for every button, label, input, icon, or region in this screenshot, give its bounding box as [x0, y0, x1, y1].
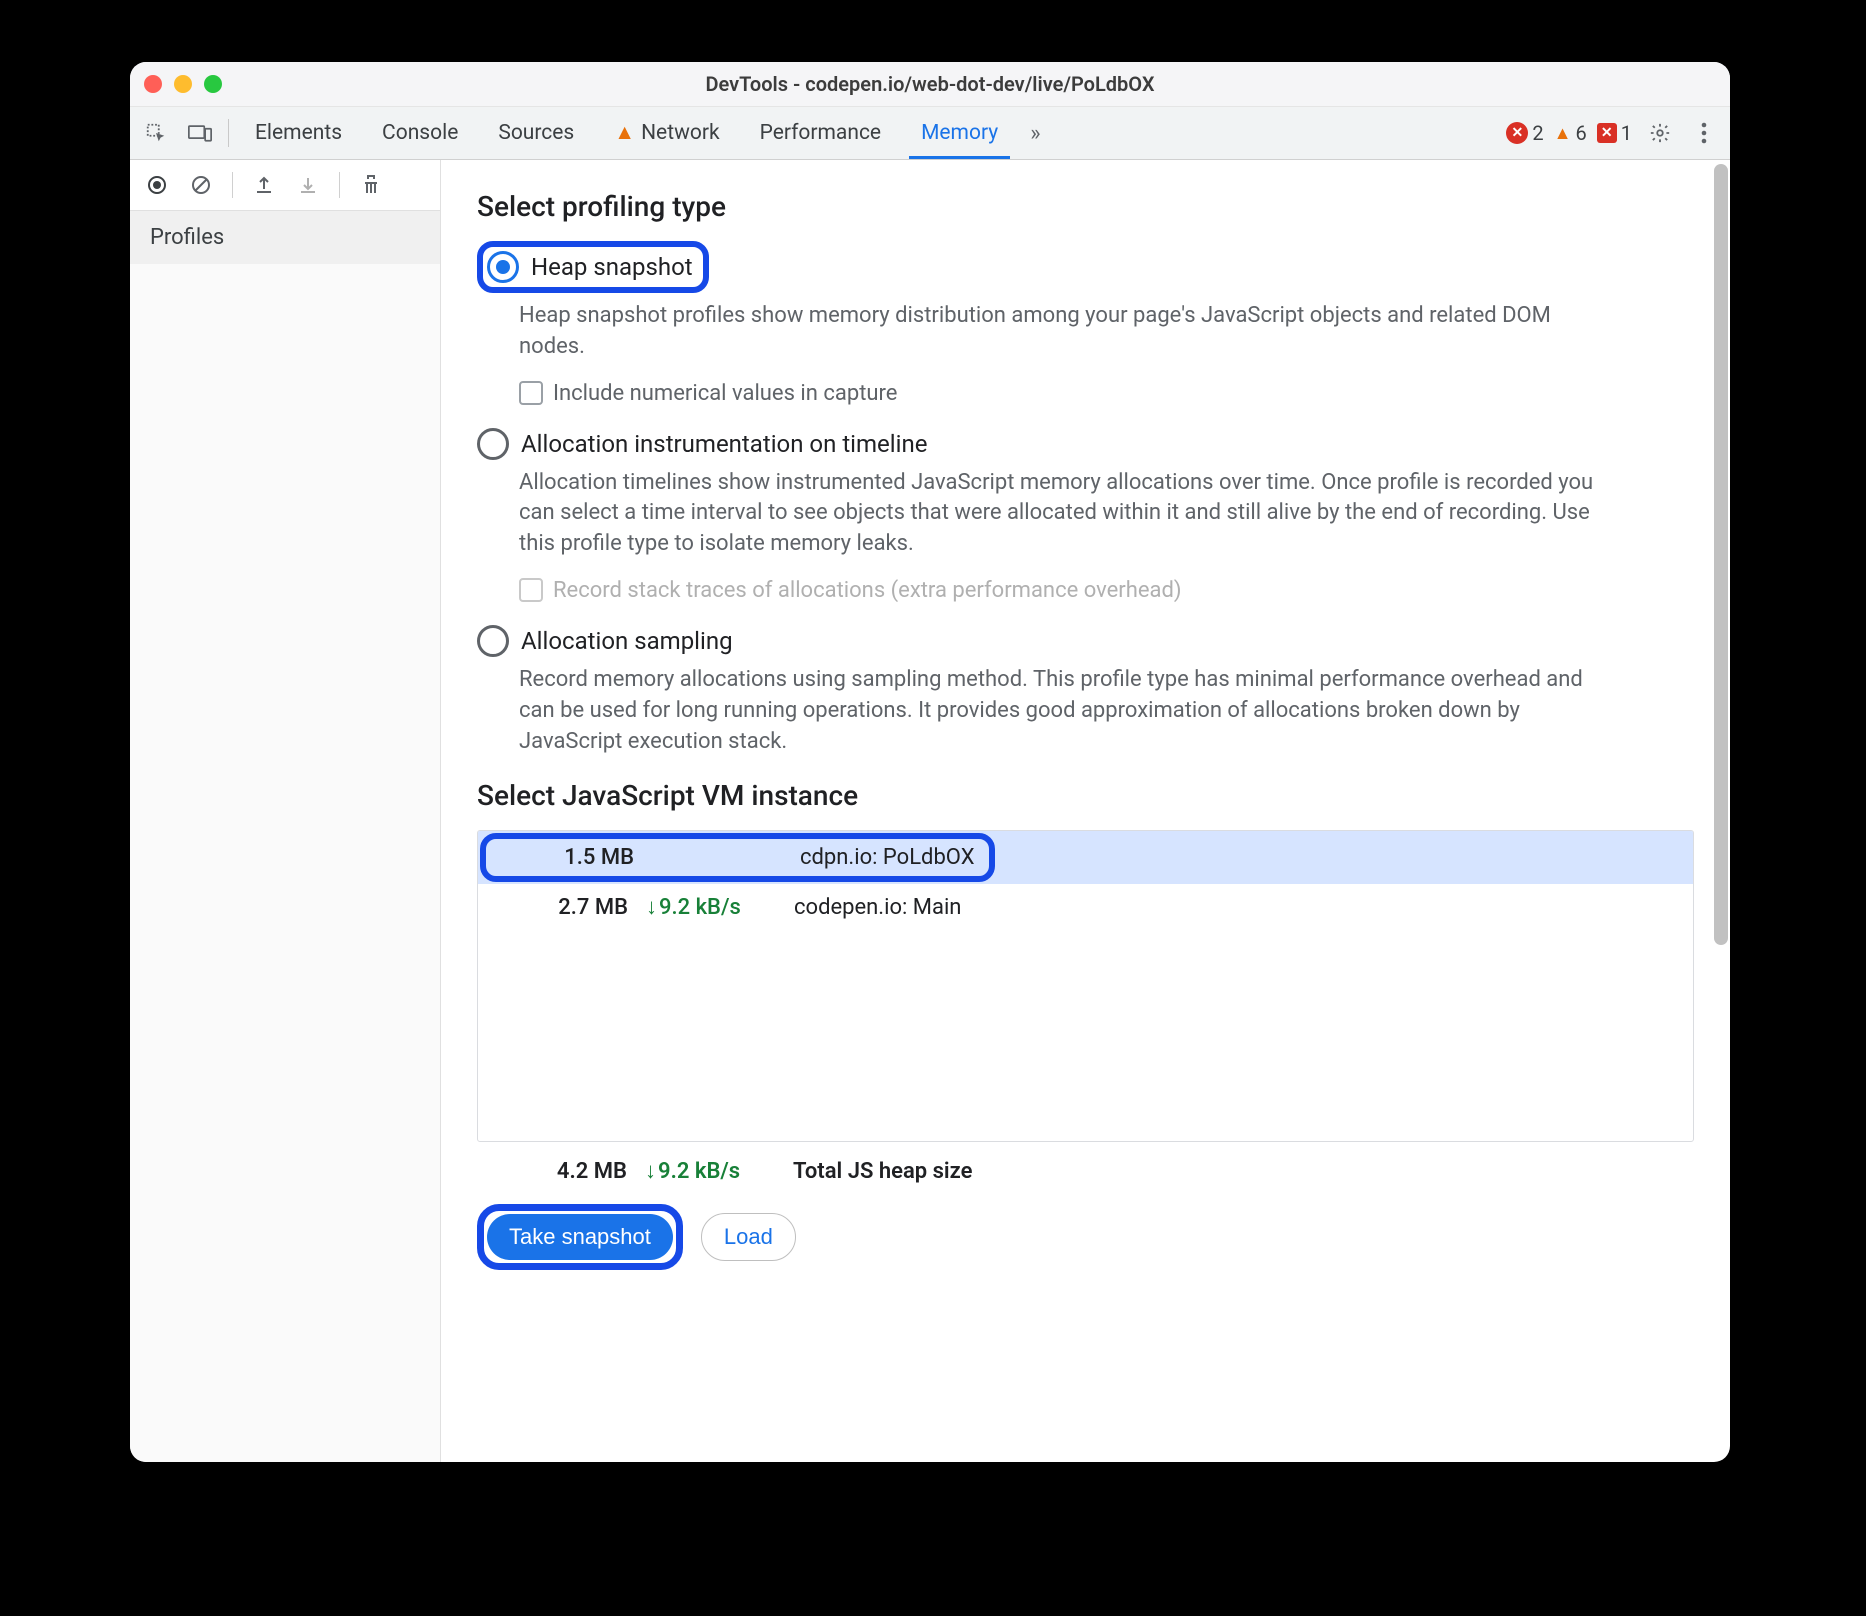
- errors-indicator[interactable]: ✕ 2: [1506, 121, 1543, 145]
- tab-elements[interactable]: Elements: [237, 107, 360, 159]
- highlight-ring: 1.5 MB cdpn.io: PoLdbOX: [480, 833, 995, 882]
- option-label: Allocation sampling: [521, 627, 733, 655]
- option-description: Heap snapshot profiles show memory distr…: [519, 301, 1599, 363]
- scrollbar[interactable]: [1714, 164, 1728, 945]
- window-close-button[interactable]: [144, 75, 162, 93]
- checkbox-icon: [519, 578, 543, 602]
- window-titlebar: DevTools - codepen.io/web-dot-dev/live/P…: [130, 62, 1730, 107]
- option-description: Record memory allocations using sampling…: [519, 665, 1599, 757]
- option-description: Allocation timelines show instrumented J…: [519, 468, 1599, 560]
- down-arrow-icon: ↓: [646, 894, 657, 920]
- devtools-tabs: Elements Console Sources ▲ Network Perfo…: [130, 107, 1730, 160]
- radio-icon: [477, 625, 509, 657]
- warnings-indicator[interactable]: ▲ 6: [1554, 121, 1587, 145]
- device-toolbar-icon[interactable]: [180, 113, 220, 153]
- errors-count: 2: [1532, 121, 1543, 145]
- tab-network[interactable]: ▲ Network: [596, 107, 737, 159]
- total-size: 4.2 MB: [507, 1159, 627, 1184]
- checkbox-include-numerical[interactable]: Include numerical values in capture: [519, 381, 1694, 406]
- more-options-button[interactable]: [1684, 113, 1724, 153]
- checkbox-label: Include numerical values in capture: [553, 381, 897, 406]
- issue-icon: ✕: [1597, 123, 1617, 143]
- radio-icon: [487, 251, 519, 283]
- issues-indicator[interactable]: ✕ 1: [1597, 121, 1632, 145]
- highlight-ring: Heap snapshot: [477, 241, 709, 293]
- down-arrow-icon: ↓: [645, 1158, 656, 1184]
- divider: [228, 119, 229, 147]
- scrollbar-thumb[interactable]: [1714, 164, 1728, 945]
- profiling-type-heading: Select profiling type: [477, 190, 1694, 223]
- load-button[interactable]: Load: [701, 1213, 796, 1261]
- tab-console[interactable]: Console: [364, 107, 476, 159]
- take-snapshot-button[interactable]: Take snapshot: [487, 1214, 673, 1260]
- vm-instance-table: 1.5 MB cdpn.io: PoLdbOX 2.7 MB ↓ 9.2 kB/…: [477, 830, 1694, 1142]
- vm-rate: ↓ 9.2 kB/s: [646, 894, 776, 920]
- divider: [232, 172, 233, 198]
- vm-name: cdpn.io: PoLdbOX: [800, 845, 975, 870]
- warning-icon: ▲: [614, 121, 635, 145]
- radio-icon: [477, 428, 509, 460]
- settings-button[interactable]: [1640, 113, 1680, 153]
- vm-instance-heading: Select JavaScript VM instance: [477, 779, 1694, 812]
- option-allocation-timeline: Allocation instrumentation on timeline A…: [477, 428, 1694, 603]
- radio-heap-snapshot[interactable]: Heap snapshot: [487, 251, 693, 283]
- status-indicators: ✕ 2 ▲ 6 ✕ 1: [1506, 121, 1636, 145]
- vm-name: codepen.io: Main: [794, 895, 1679, 920]
- inspect-element-icon[interactable]: [136, 113, 176, 153]
- highlight-ring: Take snapshot: [477, 1204, 683, 1270]
- issues-count: 1: [1621, 121, 1632, 145]
- clear-button[interactable]: [182, 166, 220, 204]
- window-maximize-button[interactable]: [204, 75, 222, 93]
- devtools-window: DevTools - codepen.io/web-dot-dev/live/P…: [130, 62, 1730, 1462]
- tab-performance[interactable]: Performance: [742, 107, 899, 159]
- warning-icon: ▲: [1554, 123, 1572, 144]
- collect-garbage-button[interactable]: [352, 166, 390, 204]
- table-empty-space: [478, 930, 1693, 1141]
- checkbox-record-stack-traces: Record stack traces of allocations (extr…: [519, 578, 1694, 603]
- radio-allocation-sampling[interactable]: Allocation sampling: [477, 625, 1694, 657]
- vm-size: 2.7 MB: [508, 895, 628, 920]
- checkbox-icon: [519, 381, 543, 405]
- warnings-count: 6: [1576, 121, 1587, 145]
- upload-button[interactable]: [245, 166, 283, 204]
- divider: [339, 172, 340, 198]
- tab-sources[interactable]: Sources: [480, 107, 592, 159]
- tab-memory[interactable]: Memory: [903, 107, 1016, 159]
- error-icon: ✕: [1506, 122, 1528, 144]
- more-tabs-button[interactable]: »: [1020, 121, 1050, 146]
- record-button[interactable]: [138, 166, 176, 204]
- vm-totals-row: 4.2 MB ↓ 9.2 kB/s Total JS heap size: [477, 1142, 1694, 1190]
- window-minimize-button[interactable]: [174, 75, 192, 93]
- option-label: Allocation instrumentation on timeline: [521, 430, 927, 458]
- option-heap-snapshot: Heap snapshot Heap snapshot profiles sho…: [477, 241, 1694, 406]
- radio-allocation-timeline[interactable]: Allocation instrumentation on timeline: [477, 428, 1694, 460]
- vm-row-selected[interactable]: 1.5 MB cdpn.io: PoLdbOX: [478, 831, 1693, 884]
- traffic-lights: [144, 75, 222, 93]
- memory-panel: Select profiling type Heap snapshot He: [441, 160, 1730, 1462]
- checkbox-label: Record stack traces of allocations (extr…: [553, 578, 1182, 603]
- option-allocation-sampling: Allocation sampling Record memory alloca…: [477, 625, 1694, 757]
- sidebar-item-profiles[interactable]: Profiles: [130, 211, 440, 264]
- actions-row: Take snapshot Load: [477, 1204, 1694, 1270]
- download-button[interactable]: [289, 166, 327, 204]
- vm-row[interactable]: 2.7 MB ↓ 9.2 kB/s codepen.io: Main: [478, 884, 1693, 930]
- tab-network-label: Network: [641, 121, 720, 145]
- total-rate: ↓ 9.2 kB/s: [645, 1158, 775, 1184]
- option-label: Heap snapshot: [531, 253, 693, 281]
- total-label: Total JS heap size: [793, 1159, 972, 1184]
- window-title: DevTools - codepen.io/web-dot-dev/live/P…: [130, 72, 1730, 96]
- profiles-toolbar: [130, 160, 440, 211]
- vm-size: 1.5 MB: [514, 845, 634, 870]
